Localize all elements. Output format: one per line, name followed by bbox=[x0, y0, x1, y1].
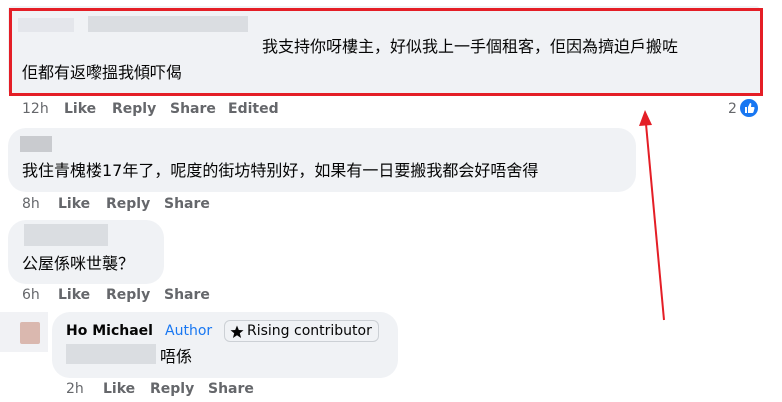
comment-text: 公屋係咪世襲？ bbox=[22, 254, 135, 273]
redacted-name bbox=[66, 344, 156, 364]
like-button[interactable]: Like bbox=[58, 287, 90, 303]
reaction-count[interactable]: 2 bbox=[728, 101, 737, 117]
redacted-name bbox=[18, 18, 74, 32]
comment-time[interactable]: 8h bbox=[22, 196, 40, 212]
like-button[interactable]: Like bbox=[58, 196, 90, 212]
redacted-name bbox=[88, 16, 248, 32]
comment-text-line-1: 我支持你呀樓主，好似我上一手個租客，佢因為擠迫戶搬咗 bbox=[262, 37, 679, 56]
comment-actions-3: 6h Like Reply Share bbox=[0, 287, 782, 307]
edited-label[interactable]: Edited bbox=[228, 101, 279, 117]
redacted-name bbox=[24, 224, 108, 246]
badge-label: Rising contributor bbox=[247, 323, 372, 339]
share-button[interactable]: Share bbox=[170, 101, 216, 117]
avatar-blur bbox=[0, 312, 48, 352]
rising-contributor-badge[interactable]: Rising contributor bbox=[224, 320, 379, 342]
like-icon[interactable] bbox=[738, 97, 760, 119]
comment-time[interactable]: 6h bbox=[22, 287, 40, 303]
star-icon bbox=[230, 325, 244, 338]
reply-button[interactable]: Reply bbox=[106, 196, 150, 212]
author-name[interactable]: Ho Michael bbox=[66, 323, 153, 339]
comment-text-line-2: 佢都有返嚟搵我傾吓偈 bbox=[22, 63, 183, 82]
comment-actions-4: 2h Like Reply Share bbox=[0, 381, 782, 401]
share-button[interactable]: Share bbox=[208, 381, 254, 397]
comment-actions-1: 12h Like Reply Share Edited bbox=[0, 101, 782, 121]
comment-text: 唔係 bbox=[160, 347, 193, 366]
comment-time[interactable]: 2h bbox=[66, 381, 84, 397]
comment-actions-2: 8h Like Reply Share bbox=[0, 196, 782, 216]
share-button[interactable]: Share bbox=[164, 196, 210, 212]
reply-button[interactable]: Reply bbox=[112, 101, 156, 117]
redacted-name bbox=[20, 136, 52, 152]
comment-text: 我住青槐楼17年了，呢度的街坊特别好，如果有一日要搬我都会好唔舍得 bbox=[22, 161, 539, 180]
author-tag: Author bbox=[165, 323, 213, 339]
reply-button[interactable]: Reply bbox=[150, 381, 194, 397]
like-button[interactable]: Like bbox=[64, 101, 96, 117]
share-button[interactable]: Share bbox=[164, 287, 210, 303]
reply-button[interactable]: Reply bbox=[106, 287, 150, 303]
like-button[interactable]: Like bbox=[103, 381, 135, 397]
comment-time[interactable]: 12h bbox=[22, 101, 49, 117]
